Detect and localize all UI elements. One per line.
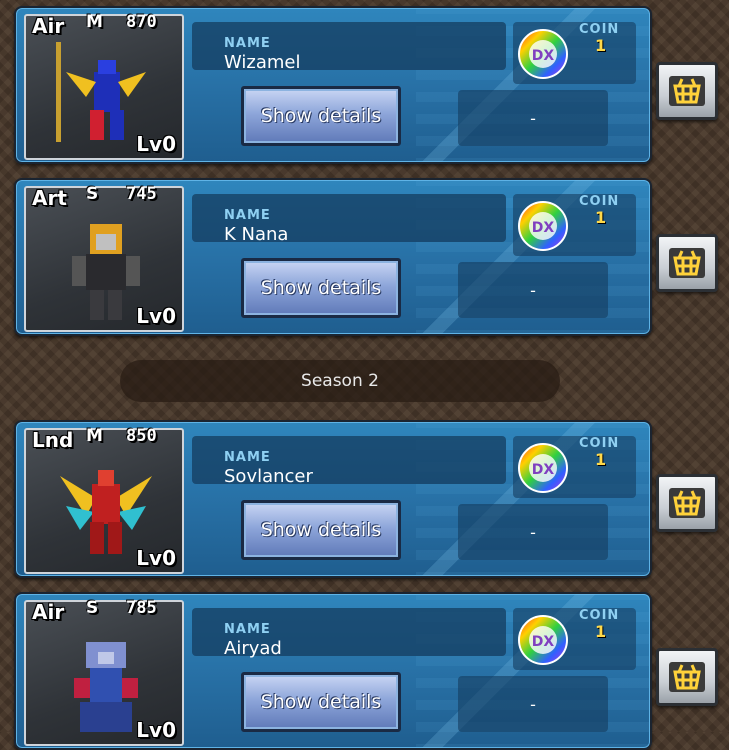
unit-card-k-nana: Art S 745 Lv0 NAME K Nana Show details D…: [14, 178, 652, 336]
unit-size: M: [86, 12, 103, 32]
unit-type: Art: [32, 186, 67, 210]
show-details-button[interactable]: Show details: [241, 86, 401, 146]
unit-cost: 745: [126, 184, 157, 204]
unit-level: Lv0: [136, 132, 176, 156]
name-panel: NAME Sovlancer: [192, 436, 506, 487]
shop-button[interactable]: [656, 648, 718, 706]
unit-card-airyad: Air S 785 Lv0 NAME Airyad Show details D…: [14, 592, 652, 750]
dx-coin-icon: DX: [518, 443, 568, 493]
name-panel: NAME Airyad: [192, 608, 506, 659]
basket-icon: [669, 488, 705, 518]
unit-type: Air: [32, 14, 65, 38]
coin-value: 1: [595, 450, 607, 469]
coin-label: COIN: [579, 436, 620, 451]
coin-panel: DX COIN 1: [513, 608, 636, 670]
svg-text:DX: DX: [532, 462, 555, 478]
basket-icon: [669, 76, 705, 106]
dx-coin-icon: DX: [518, 201, 568, 251]
season-divider: Season 2: [120, 360, 560, 402]
unit-size: S: [86, 184, 99, 204]
unit-level: Lv0: [136, 718, 176, 742]
coin-value: 1: [595, 36, 607, 55]
coin-label: COIN: [579, 608, 620, 623]
coin-label: COIN: [579, 22, 620, 37]
basket-icon: [669, 662, 705, 692]
name-label: NAME: [224, 208, 271, 223]
name-label: NAME: [224, 36, 271, 51]
name-label: NAME: [224, 450, 271, 465]
unit-card-wizamel: Air M 870 Lv0 NAME Wizamel Show details …: [14, 6, 652, 164]
unit-portrait[interactable]: Air M 870 Lv0: [24, 12, 184, 160]
basket-icon: [669, 248, 705, 278]
unit-size: S: [86, 598, 99, 618]
shop-button[interactable]: [656, 474, 718, 532]
coin-panel: DX COIN 1: [513, 436, 636, 498]
show-details-button[interactable]: Show details: [241, 672, 401, 732]
coin-label: COIN: [579, 194, 620, 209]
unit-size: M: [86, 426, 103, 446]
unit-portrait[interactable]: Air S 785 Lv0: [24, 598, 184, 746]
unit-level: Lv0: [136, 304, 176, 328]
unit-name: Wizamel: [224, 52, 301, 73]
unit-type: Air: [32, 600, 65, 624]
name-label: NAME: [224, 622, 271, 637]
unit-cost: 850: [126, 426, 157, 446]
status-panel: -: [458, 676, 608, 732]
unit-card-sovlancer: Lnd M 850 Lv0 NAME Sovlancer Show detail…: [14, 420, 652, 578]
dx-coin-icon: DX: [518, 615, 568, 665]
coin-value: 1: [595, 208, 607, 227]
unit-cost: 785: [126, 598, 157, 618]
shop-button[interactable]: [656, 234, 718, 292]
shop-button[interactable]: [656, 62, 718, 120]
svg-text:DX: DX: [532, 220, 555, 236]
unit-portrait[interactable]: Art S 745 Lv0: [24, 184, 184, 332]
coin-panel: DX COIN 1: [513, 194, 636, 256]
unit-cost: 870: [126, 12, 157, 32]
dx-coin-icon: DX: [518, 29, 568, 79]
unit-level: Lv0: [136, 546, 176, 570]
status-panel: -: [458, 504, 608, 560]
status-panel: -: [458, 262, 608, 318]
show-details-button[interactable]: Show details: [241, 258, 401, 318]
coin-value: 1: [595, 622, 607, 641]
unit-type: Lnd: [32, 428, 74, 452]
unit-name: K Nana: [224, 224, 289, 245]
name-panel: NAME K Nana: [192, 194, 506, 245]
coin-panel: DX COIN 1: [513, 22, 636, 84]
name-panel: NAME Wizamel: [192, 22, 506, 73]
show-details-button[interactable]: Show details: [241, 500, 401, 560]
svg-text:DX: DX: [532, 634, 555, 650]
unit-name: Airyad: [224, 638, 282, 659]
status-panel: -: [458, 90, 608, 146]
svg-text:DX: DX: [532, 48, 555, 64]
unit-name: Sovlancer: [224, 466, 313, 487]
unit-portrait[interactable]: Lnd M 850 Lv0: [24, 426, 184, 574]
